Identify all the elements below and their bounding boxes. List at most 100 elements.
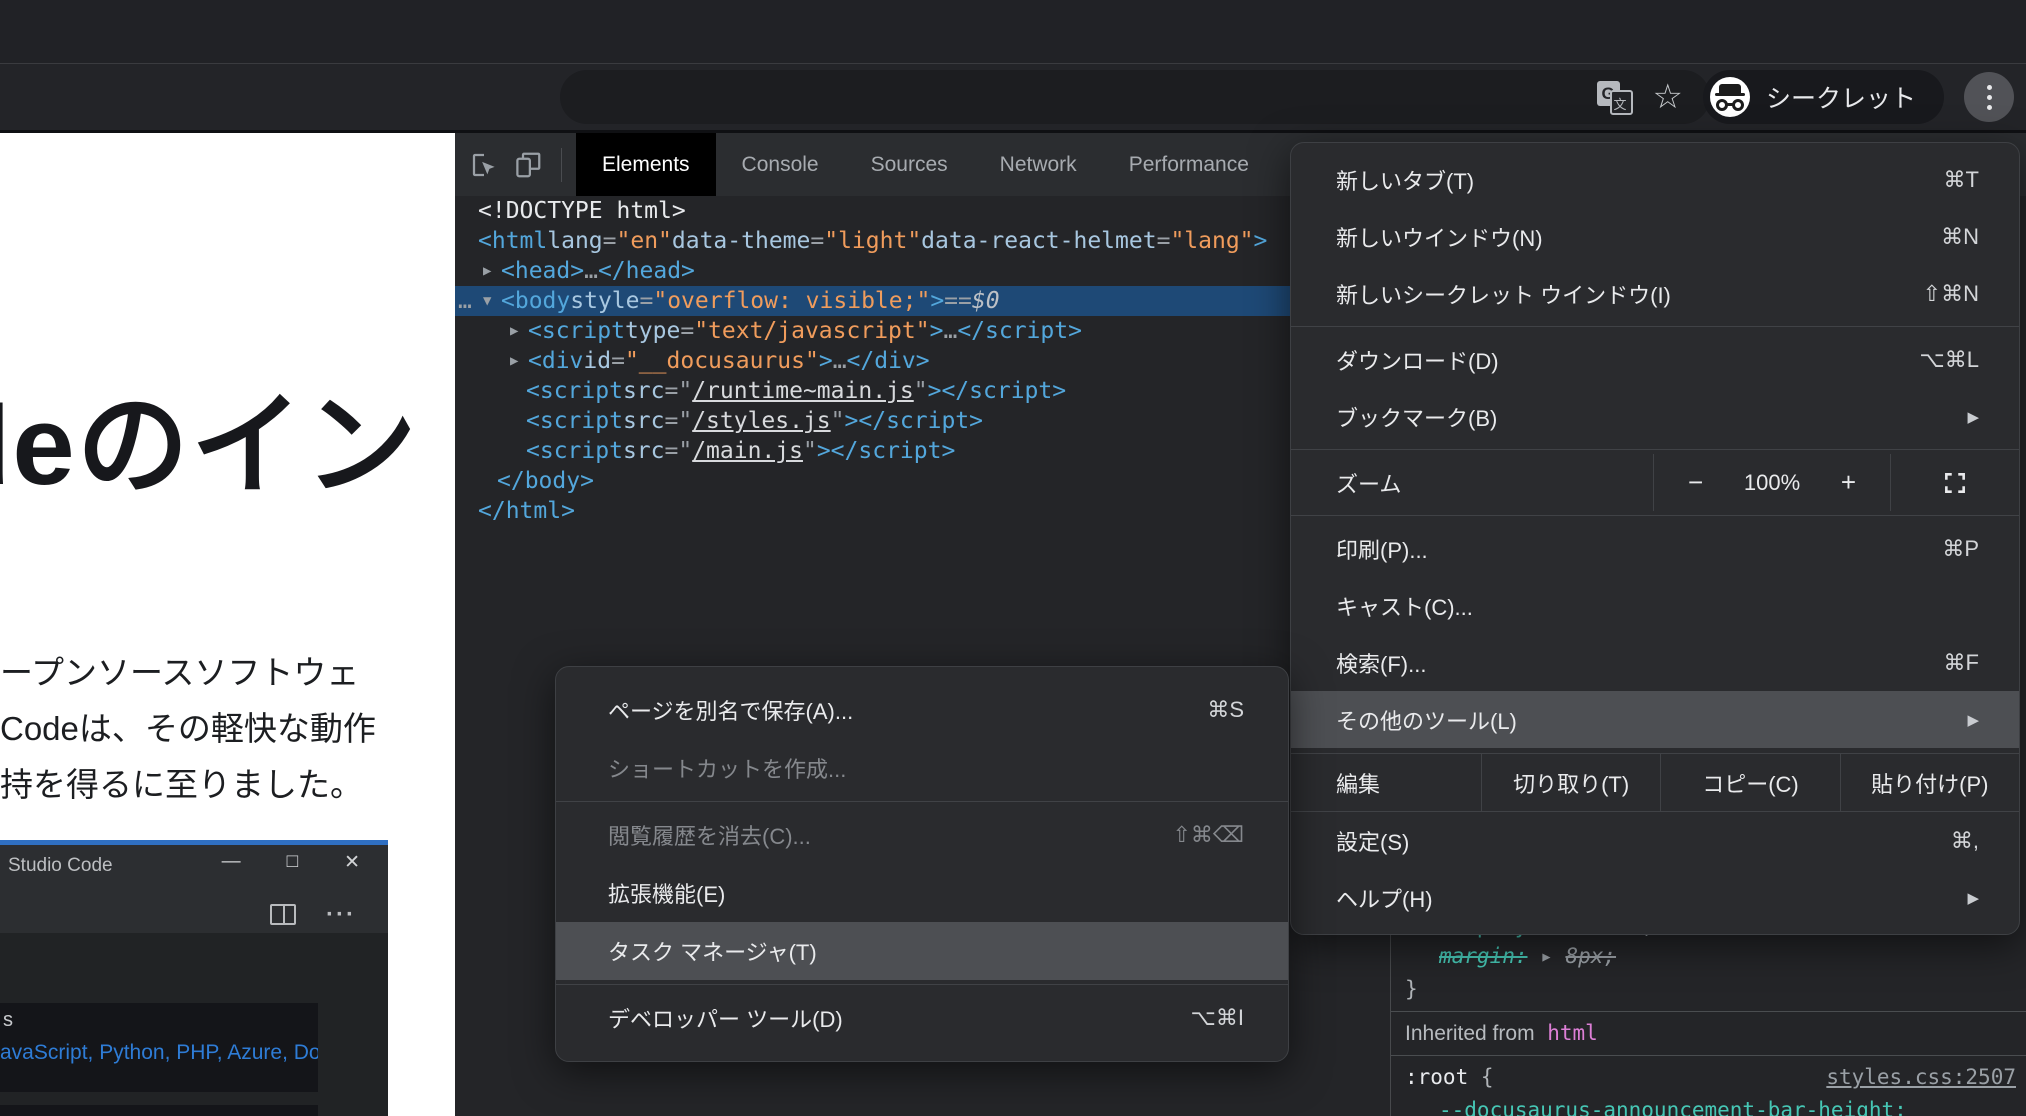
menu-shortcut: ⌘, xyxy=(1951,828,1979,854)
menu-item-label: ショートカットを作成... xyxy=(608,752,1244,784)
submenu-arrow-icon: ▶ xyxy=(1967,408,1979,426)
menu-item-label: その他のツール(L) xyxy=(1336,704,1947,736)
dom-tree-node[interactable]: <html lang="en" data-theme="light" data-… xyxy=(455,226,1390,256)
menu-item[interactable]: 新しいシークレット ウインドウ(I)⇧⌘N xyxy=(1291,265,2019,322)
code-token: "__docusaurus" xyxy=(625,346,819,376)
cut-button[interactable]: 切り取り(T) xyxy=(1481,754,1660,811)
code-token: "overflow: visible;" xyxy=(653,286,930,316)
menu-item[interactable]: タスク マネージャ(T) xyxy=(556,922,1288,980)
code-token: src xyxy=(623,376,665,406)
dom-tree-node[interactable]: <script src="/main.js"></script> xyxy=(455,436,1390,466)
page-paragraph: ープンソースソフトウェ Codeは、その軽快な動作 持を得るに至りました。 xyxy=(0,645,376,813)
incognito-badge: シークレット xyxy=(1703,70,1944,124)
browser-app-menu: 新しいタブ(T)⌘T新しいウインドウ(N)⌘N新しいシークレット ウインドウ(I… xyxy=(1290,142,2020,935)
menu-item[interactable]: 新しいタブ(T)⌘T xyxy=(1291,151,2019,208)
browser-menu-button[interactable] xyxy=(1964,72,2014,122)
menu-item[interactable]: 拡張機能(E) xyxy=(556,864,1288,922)
vscode-panel-label: s xyxy=(3,1009,13,1032)
expand-arrow-icon[interactable]: ▶ xyxy=(510,316,528,346)
zoom-row: ズーム−100%+ xyxy=(1291,454,2019,511)
menu-item[interactable]: 設定(S)⌘, xyxy=(1291,812,2019,869)
code-token: ></script> xyxy=(845,406,983,436)
vscode-screenshot: Studio Code — □ ✕ ··· s avaScript, Pytho… xyxy=(0,840,388,1116)
tab-performance[interactable]: Performance xyxy=(1103,133,1275,196)
dom-tree-node[interactable]: ▶<head>…</head> xyxy=(455,256,1390,286)
code-token: lang xyxy=(547,226,602,256)
code-token: /main.js xyxy=(692,436,803,466)
fullscreen-button[interactable] xyxy=(1891,454,2019,511)
menu-item-label: キャスト(C)... xyxy=(1336,590,1979,622)
browser-toolbar: シークレット xyxy=(0,64,2026,133)
menu-item-label: ブックマーク(B) xyxy=(1336,401,1947,433)
code-token: type xyxy=(625,316,680,346)
vscode-editor-actions: ··· xyxy=(270,904,356,925)
dom-tree-node[interactable]: ▶<script type="text/javascript">…</scrip… xyxy=(455,316,1390,346)
device-toolbar-icon[interactable] xyxy=(513,150,543,180)
menu-separator xyxy=(1291,515,2019,516)
tab-console[interactable]: Console xyxy=(716,133,845,196)
code-token: = xyxy=(640,286,654,316)
menu-item-label: 拡張機能(E) xyxy=(608,877,1244,909)
code-token: </body> xyxy=(497,466,594,496)
tab-sources[interactable]: Sources xyxy=(845,133,974,196)
overridden-style-line[interactable]: margin: ▸ 8px; xyxy=(1391,940,2026,973)
tab-elements[interactable]: Elements xyxy=(576,133,716,196)
menu-item[interactable]: 印刷(P)...⌘P xyxy=(1291,520,2019,577)
code-token: == xyxy=(944,286,972,316)
vscode-extension-links: avaScript, Python, PHP, Azure, Docker... xyxy=(0,1041,318,1065)
stylesheet-link[interactable]: styles.css:2507 xyxy=(1826,1061,2016,1094)
code-token: style xyxy=(570,286,639,316)
bookmark-star-icon[interactable] xyxy=(1653,80,1683,114)
menu-item[interactable]: ブックマーク(B) ▶ xyxy=(1291,388,2019,445)
page-heading: deのイン xyxy=(0,355,419,517)
address-bar[interactable] xyxy=(560,70,1710,124)
menu-item[interactable]: ヘルプ(H)▶ xyxy=(1291,869,2019,926)
incognito-icon xyxy=(1710,77,1750,117)
menu-item[interactable]: キャスト(C)... xyxy=(1291,577,2019,634)
code-token: <body xyxy=(501,286,570,316)
code-token: <!DOCTYPE html> xyxy=(478,196,686,226)
menu-shortcut: ⌘T xyxy=(1944,167,1979,193)
expand-arrow-icon[interactable]: ▶ xyxy=(483,256,501,286)
zoom-out-button[interactable]: − xyxy=(1688,467,1703,498)
menu-item[interactable]: 新しいウインドウ(N)⌘N xyxy=(1291,208,2019,265)
style-rule-header: :root { styles.css:2507 xyxy=(1391,1061,2026,1094)
tab-network[interactable]: Network xyxy=(974,133,1103,196)
expand-arrow-icon[interactable]: ▶ xyxy=(510,346,528,376)
zoom-in-button[interactable]: + xyxy=(1841,467,1856,498)
menu-item-label: 印刷(P)... xyxy=(1336,533,1922,565)
code-token: <html xyxy=(478,226,547,256)
node-gutter-ellipsis: … xyxy=(458,286,472,316)
dom-tree-node[interactable]: <script src="/styles.js"></script> xyxy=(455,406,1390,436)
menu-item-label: 閲覧履歴を消去(C)... xyxy=(608,819,1152,851)
dom-tree-node[interactable]: <!DOCTYPE html> xyxy=(455,196,1390,226)
menu-separator xyxy=(1291,326,2019,327)
copy-button[interactable]: コピー(C) xyxy=(1660,754,1839,811)
dom-tree-node[interactable]: ▶<div id="__docusaurus">…</div> xyxy=(455,346,1390,376)
dom-tree-node[interactable]: </html> xyxy=(455,496,1390,526)
paste-button[interactable]: 貼り付け(P) xyxy=(1840,754,2019,811)
dom-tree-node[interactable]: </body> xyxy=(455,466,1390,496)
menu-item[interactable]: デベロッパー ツール(D)⌥⌘I xyxy=(556,989,1288,1047)
translate-icon[interactable] xyxy=(1597,79,1633,115)
menu-item[interactable]: 検索(F)...⌘F xyxy=(1291,634,2019,691)
menu-shortcut: ⌥⌘L xyxy=(1919,347,1979,373)
dom-tree-node[interactable]: <script src="/runtime~main.js"></script> xyxy=(455,376,1390,406)
code-token: <head> xyxy=(501,256,584,286)
menu-item[interactable]: その他のツール(L)▶ xyxy=(1291,691,2019,748)
code-token: "en" xyxy=(617,226,672,256)
expand-arrow-open-icon[interactable]: ▼ xyxy=(483,286,501,316)
fullscreen-icon xyxy=(1942,470,1968,496)
inspect-element-icon[interactable] xyxy=(469,150,499,180)
submenu-arrow-icon: ▶ xyxy=(1967,889,1979,907)
code-token: ></script> xyxy=(817,436,955,466)
dom-tree-node[interactable]: …▼<body style="overflow: visible;"> == $… xyxy=(455,286,1390,316)
inherited-node-link[interactable]: html xyxy=(1547,1021,1598,1045)
menu-item-label: ダウンロード(D) xyxy=(1336,344,1899,376)
code-token: =" xyxy=(664,376,692,406)
css-variable-line[interactable]: --docusaurus-announcement-bar-height: xyxy=(1391,1094,2026,1116)
paragraph-line: ープンソースソフトウェ xyxy=(0,645,376,701)
menu-item[interactable]: ダウンロード(D) ⌥⌘L xyxy=(1291,331,2019,388)
paragraph-line: 持を得るに至りました。 xyxy=(0,757,376,813)
menu-item[interactable]: ページを別名で保存(A)...⌘S xyxy=(556,681,1288,739)
